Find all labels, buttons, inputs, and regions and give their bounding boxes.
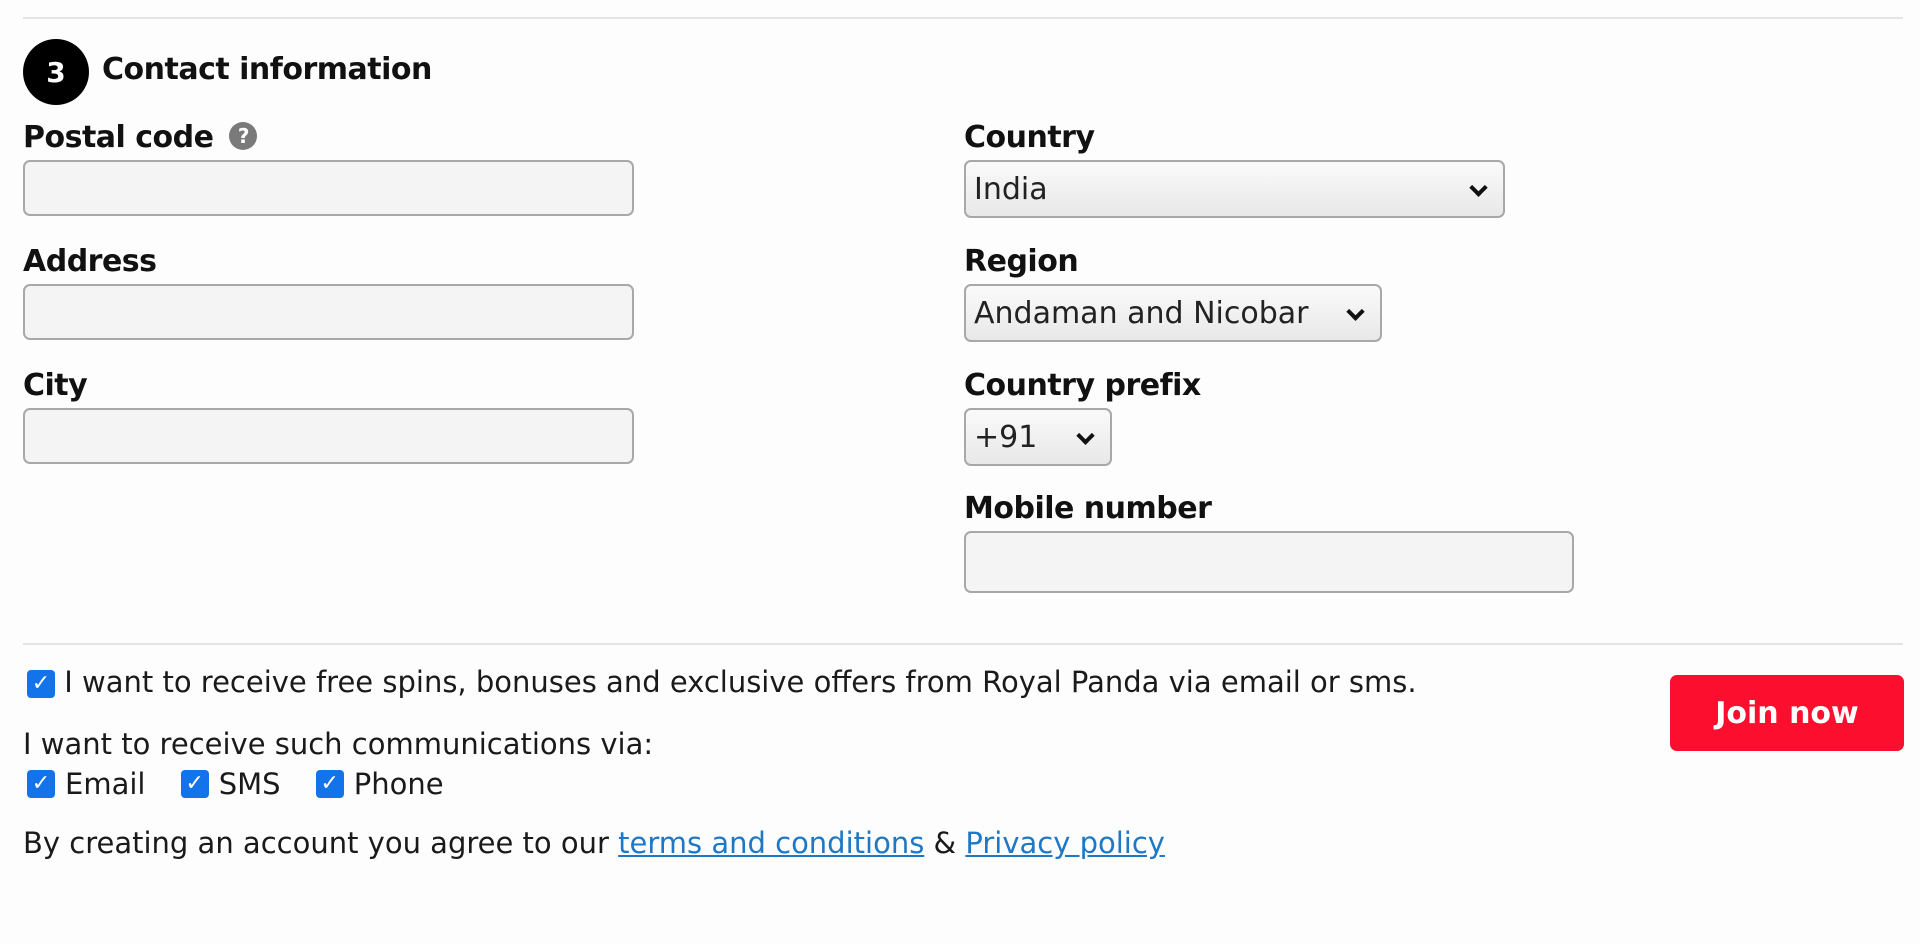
sms-option[interactable]: ✓ SMS (180, 767, 281, 801)
region-value: Andaman and Nicobar (974, 295, 1309, 331)
city-label: City (23, 368, 88, 403)
bottom-divider (23, 643, 1903, 645)
section-title: Contact information (102, 52, 432, 87)
chevron-down-icon (1469, 178, 1488, 197)
country-value: India (974, 171, 1048, 207)
city-input[interactable] (23, 408, 634, 464)
agreement-prefix: By creating an account you agree to our (23, 826, 619, 860)
email-option[interactable]: ✓ Email (27, 767, 145, 801)
phone-checkbox[interactable]: ✓ (315, 770, 344, 798)
agreement-joiner: & (924, 826, 966, 860)
agreement-text: By creating an account you agree to our … (23, 826, 1165, 860)
region-select[interactable]: Andaman and Nicobar (964, 284, 1382, 342)
email-checkbox[interactable]: ✓ (27, 770, 55, 798)
address-label: Address (23, 244, 157, 279)
postal-code-input[interactable] (23, 160, 634, 216)
offers-row: ✓ I want to receive free spins, bonuses … (27, 665, 1417, 699)
mobile-number-input[interactable] (964, 531, 1574, 593)
join-now-button[interactable]: Join now (1670, 675, 1904, 751)
postal-code-label: Postal code? (23, 120, 258, 155)
phone-label: Phone (353, 767, 444, 801)
help-icon[interactable]: ? (229, 122, 258, 150)
offers-checkbox[interactable]: ✓ (27, 670, 55, 698)
privacy-policy-link[interactable]: Privacy policy (965, 826, 1165, 860)
phone-option[interactable]: ✓ Phone (315, 767, 444, 801)
mobile-number-label: Mobile number (964, 491, 1212, 526)
country-select[interactable]: India (964, 160, 1505, 218)
sms-label: SMS (218, 767, 281, 801)
top-divider (23, 17, 1903, 19)
postal-code-label-text: Postal code (23, 120, 214, 155)
communications-options: ✓ Email ✓ SMS ✓ Phone (27, 763, 470, 801)
region-label: Region (964, 244, 1079, 279)
country-prefix-value: +91 (974, 419, 1038, 455)
offers-label: I want to receive free spins, bonuses an… (64, 665, 1417, 699)
email-label: Email (65, 767, 146, 801)
address-input[interactable] (23, 284, 634, 340)
step-number-badge: 3 (23, 39, 89, 105)
communications-label: I want to receive such communications vi… (23, 727, 654, 761)
chevron-down-icon (1076, 426, 1095, 445)
sms-checkbox[interactable]: ✓ (180, 770, 209, 798)
country-label: Country (964, 120, 1095, 155)
country-prefix-label: Country prefix (964, 368, 1201, 403)
terms-link[interactable]: terms and conditions (618, 826, 924, 860)
chevron-down-icon (1346, 302, 1365, 321)
country-prefix-select[interactable]: +91 (964, 408, 1112, 466)
